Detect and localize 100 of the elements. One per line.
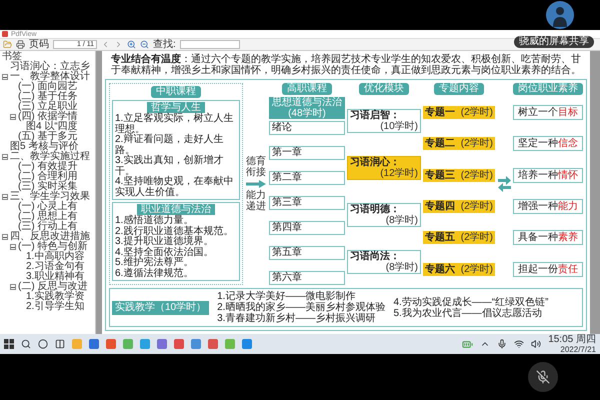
bookmark-item[interactable]: 四、反思改进措施	[10, 232, 90, 242]
open-folder-icon[interactable]	[3, 40, 12, 49]
module-name: 习语明德：	[350, 204, 401, 214]
bookmark-item[interactable]: 一、教学整体设计	[10, 72, 90, 82]
two-way-arrows-icon	[498, 176, 510, 192]
practice-item: 3.青春建功新乡村——乡村振兴调研	[217, 313, 376, 324]
chapter-card: 第四章	[269, 221, 345, 235]
column-heading: 中职课程	[151, 86, 201, 98]
bookmark-item[interactable]: (三) 实时采集	[18, 182, 78, 192]
start-icon[interactable]	[4, 339, 14, 349]
module-hours: (8学时)	[386, 214, 418, 226]
bookmark-item[interactable]: 3.职业精神有	[26, 272, 84, 282]
avatar-icon	[546, 1, 574, 29]
course-point: 4.坚持全面依法治国。	[115, 248, 214, 258]
literacy-card: 坚定一种信念	[513, 136, 583, 152]
bookmark-item[interactable]: (一) 心灵上有	[18, 202, 78, 212]
intro-paragraph: 专业结合有温度：通过六个专题的教学实施，培养园艺技术专业学生的知农爱农、积极创新、吃苦耐劳、甘于奉献精神，增强乡土和家国情怀，明确乡村振兴的责任使命，真正做到思政元素与岗位职业素养的结合。	[110, 54, 582, 76]
topic-hours: (2学时)	[460, 262, 493, 276]
bookmark-item[interactable]: 2.引导学生知	[26, 302, 84, 312]
course-name: 思想道德与法治	[272, 97, 342, 108]
course-point: 5.维护宪法尊严。	[115, 258, 194, 268]
module-name: 习语润心：	[350, 156, 401, 168]
chapter-card: 第二章	[269, 171, 345, 185]
module-name: 习语启智：	[350, 110, 401, 120]
bookmark-item[interactable]: (二) 基于任务	[18, 92, 78, 102]
practice-item: 5.我为农业代言——倡议志愿活动	[393, 308, 543, 318]
bookmark-item[interactable]: (二) 合理利用	[18, 172, 78, 182]
literacy-card: 增强一种能力	[513, 199, 583, 214]
page-label: 页码	[29, 40, 49, 50]
collapse-icon[interactable]	[2, 194, 8, 200]
module-hours: (8学时)	[386, 262, 418, 272]
module-name: 习语尚法：	[350, 250, 401, 262]
column-heading: 高职课程	[282, 83, 332, 95]
collapse-icon[interactable]	[2, 154, 8, 160]
app-logo-icon	[2, 31, 8, 37]
search-icon[interactable]	[21, 339, 31, 349]
next-page-icon[interactable]	[114, 40, 123, 49]
bookmark-item[interactable]: (一) 面向园艺	[18, 82, 78, 92]
course-point: 1.立足客观实际，树立人生理想。	[115, 114, 234, 134]
topic-name: 专题五	[425, 231, 455, 244]
topic-hours: (2学时)	[460, 168, 493, 182]
bookmarks-title: 书签	[1, 51, 22, 62]
column-heading: 专题内容	[434, 83, 484, 95]
microphone-off-icon	[536, 370, 550, 384]
course-title: 职业道德与法治	[137, 204, 215, 215]
zoom-in-icon[interactable]	[127, 40, 136, 49]
bookmark-item[interactable]: (一) 有效提升	[18, 162, 78, 172]
course-point: 6.遵循法律规范。	[115, 268, 194, 279]
literacy-card: 担起一份责任	[513, 262, 583, 277]
topic-hours: (2学时)	[460, 106, 493, 120]
bookmark-item[interactable]: (三) 立足职业	[18, 102, 78, 112]
topic-name: 专题三	[425, 168, 455, 182]
column-heading: 岗位职业素养	[513, 83, 583, 95]
chapter-card: 第一章	[269, 146, 345, 160]
zoom-out-icon[interactable]	[140, 40, 149, 49]
volume-icon[interactable]	[531, 339, 542, 349]
bookmark-item[interactable]: (一) 特色与创新	[18, 242, 88, 252]
literacy-card: 树立一个目标	[513, 105, 583, 120]
battery-icon[interactable]	[462, 338, 474, 350]
collapse-icon[interactable]	[2, 74, 8, 80]
topic-name: 专题六	[425, 262, 455, 276]
module-hours: (10学时)	[380, 120, 418, 132]
literacy-card: 具备一种素养	[513, 230, 583, 246]
mute-button[interactable]	[528, 362, 558, 392]
practice-item: 1.记录大学美好——微电影制作	[217, 291, 356, 302]
microphone-icon[interactable]	[497, 339, 508, 349]
column-heading: 优化模块	[359, 83, 409, 95]
bookmark-item[interactable]: (二) 思想上有	[18, 212, 78, 222]
course-point: 4.坚持唯物史观，在奉献中实现人生价值。	[115, 177, 234, 198]
course-hours: (48学时)	[288, 108, 326, 119]
task-view-icon[interactable]	[55, 339, 65, 349]
literacy-card: 培养一种情怀	[513, 168, 583, 183]
bookmark-item[interactable]: 1.中高职内容	[26, 252, 84, 262]
bookmark-item[interactable]: (三) 行动上有	[18, 222, 78, 232]
bookmark-item[interactable]: 二、教学实施过程	[10, 152, 90, 162]
course-point: 2.践行职业道德基本规范。	[115, 226, 234, 236]
bookmark-item[interactable]: 习语润心：立志乡	[10, 62, 90, 72]
bookmark-item[interactable]: (二) 反思与改进	[18, 282, 88, 292]
previous-page-icon[interactable]	[101, 40, 110, 49]
circle-icon[interactable]	[38, 339, 48, 349]
bookmark-item[interactable]: 1.实践教学资	[26, 292, 84, 302]
bookmark-item[interactable]: (四) 依据学情	[18, 112, 78, 122]
bookmark-item[interactable]: 图5 考核与评价	[10, 142, 78, 152]
course-title: 哲学与人生	[147, 102, 205, 113]
screen-share-badge: 骁威的屏幕共享	[514, 36, 594, 48]
link-label: 德育衔接	[246, 156, 266, 178]
practice-item: 4.劳动实践促成长——“红绿双色链”	[393, 296, 548, 308]
bookmark-item[interactable]: 图4 以“四度	[26, 122, 78, 132]
find-field[interactable]	[180, 40, 240, 49]
topic-hours: (2学时)	[460, 200, 493, 214]
topic-hours: (2学时)	[460, 231, 493, 244]
bookmark-item[interactable]: 三、学生学习效果	[10, 192, 90, 202]
clock[interactable]: 15:05 周四 2022/7/21	[548, 334, 596, 354]
course-point: 1.感悟道德力量。	[115, 216, 194, 226]
collapse-icon[interactable]	[10, 114, 16, 120]
print-icon[interactable]	[16, 40, 25, 49]
bookmark-item[interactable]: 2.习语金句有	[26, 262, 84, 272]
wifi-icon[interactable]	[514, 339, 524, 349]
collapse-icon[interactable]	[10, 284, 16, 290]
bookmark-item[interactable]: (五) 基于多元	[18, 132, 78, 142]
